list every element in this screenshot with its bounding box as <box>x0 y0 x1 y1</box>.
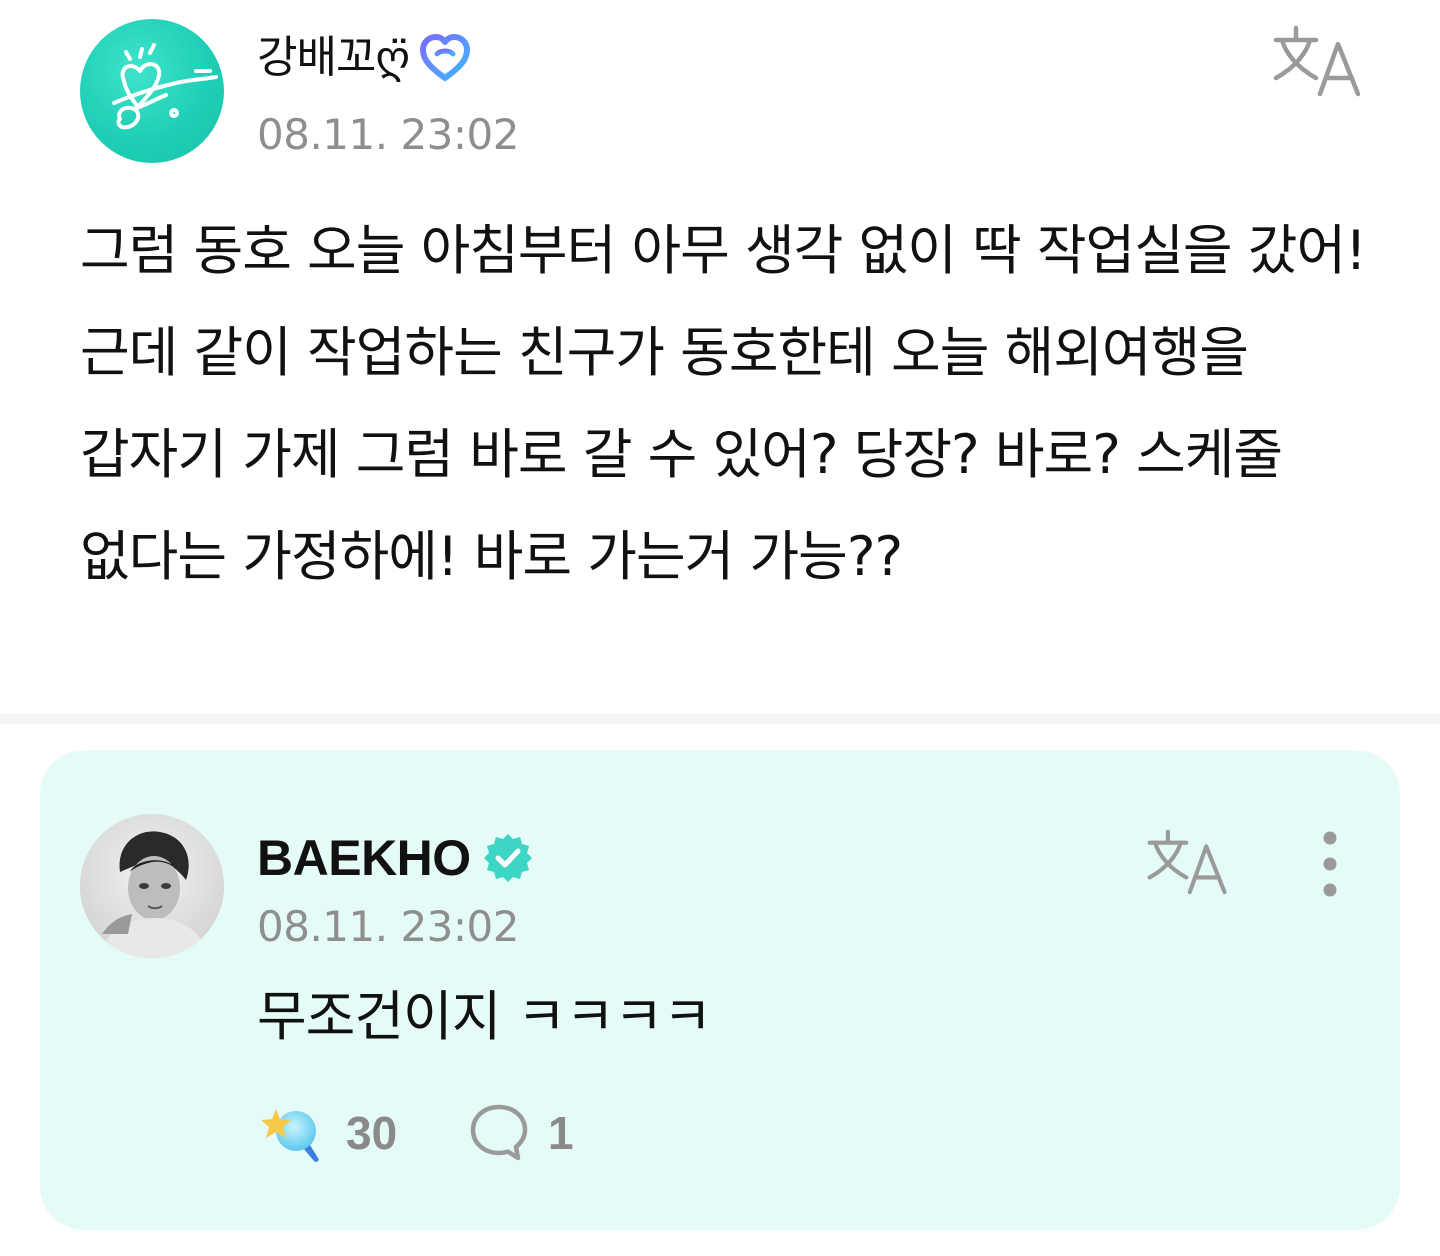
reaction-count: 30 <box>346 1107 398 1159</box>
more-vertical-icon[interactable] <box>1306 828 1354 900</box>
artist-comment-card <box>40 750 1400 1230</box>
verified-badge-icon <box>483 834 532 882</box>
comment-author-avatar[interactable] <box>80 814 224 958</box>
translate-icon[interactable] <box>1146 826 1230 896</box>
post-author-avatar[interactable] <box>80 19 224 163</box>
comment-timestamp: 08.11. 23:02 <box>257 902 519 951</box>
comment-author: BAEKHO <box>257 826 535 890</box>
post-author: 강배꼬ღ̈ <box>257 26 473 90</box>
section-divider <box>0 714 1440 724</box>
comment-body-text: 무조건이지 ㅋㅋㅋㅋ <box>257 985 712 1048</box>
post-author-name[interactable]: 강배꼬ღ̈ <box>257 26 410 90</box>
reply-count: 1 <box>548 1107 574 1159</box>
translate-icon[interactable] <box>1272 22 1364 98</box>
speech-bubble-icon <box>470 1104 528 1161</box>
comment-avatar-photo <box>80 814 224 958</box>
reaction-button[interactable]: 30 <box>258 1098 397 1168</box>
post-body-text: 그럼 동호 오늘 아침부터 아무 생각 없이 딱 작업실을 갔어! 근데 같이 … <box>80 219 1367 588</box>
comment-author-name[interactable]: BAEKHO <box>257 826 471 890</box>
post-timestamp: 08.11. 23:02 <box>257 110 519 159</box>
reply-button[interactable]: 1 <box>468 1098 574 1168</box>
fan-heart-badge-icon <box>420 34 471 81</box>
post-avatar-illustration <box>112 43 218 130</box>
lightstick-reaction-icon <box>261 1109 319 1162</box>
